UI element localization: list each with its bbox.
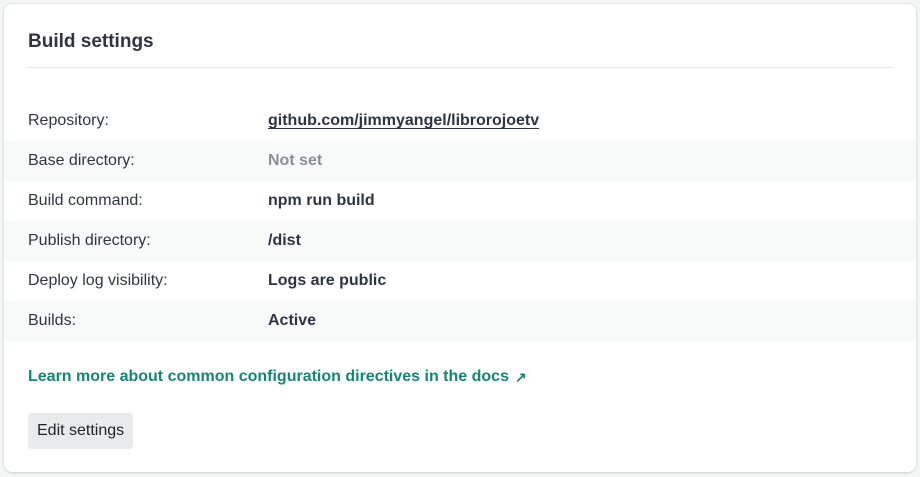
setting-row-base-directory: Base directory: Not set [4, 141, 916, 181]
edit-settings-button[interactable]: Edit settings [28, 413, 134, 449]
setting-value: npm run build [268, 192, 375, 209]
setting-row-builds: Builds: Active [4, 301, 916, 341]
setting-value: /dist [268, 232, 301, 249]
setting-row-repository: Repository: github.com/jimmyangel/libror… [4, 101, 916, 141]
setting-label: Deploy log visibility: [28, 272, 168, 289]
setting-label: Build command: [28, 192, 143, 209]
setting-label: Base directory: [28, 152, 135, 169]
docs-link-label: Learn more about common configuration di… [28, 368, 509, 385]
repository-link[interactable]: github.com/jimmyangel/librorojoetv [268, 112, 539, 130]
setting-row-publish-directory: Publish directory: /dist [4, 221, 916, 261]
docs-link[interactable]: Learn more about common configuration di… [28, 368, 527, 386]
external-arrow-icon: ↗ [514, 368, 527, 385]
build-settings-card: Build settings Repository: github.com/ji… [4, 4, 916, 472]
setting-label: Publish directory: [28, 232, 151, 249]
title-divider [28, 67, 892, 68]
setting-row-deploy-log-visibility: Deploy log visibility: Logs are public [4, 261, 916, 301]
setting-value: Not set [268, 152, 323, 169]
setting-label: Repository: [28, 112, 109, 129]
setting-value: Active [268, 312, 317, 329]
setting-row-build-command: Build command: npm run build [4, 181, 916, 221]
card-title: Build settings [28, 31, 154, 52]
setting-label: Builds: [28, 312, 77, 329]
settings-list: Repository: github.com/jimmyangel/libror… [4, 101, 916, 341]
setting-value: Logs are public [268, 272, 387, 289]
